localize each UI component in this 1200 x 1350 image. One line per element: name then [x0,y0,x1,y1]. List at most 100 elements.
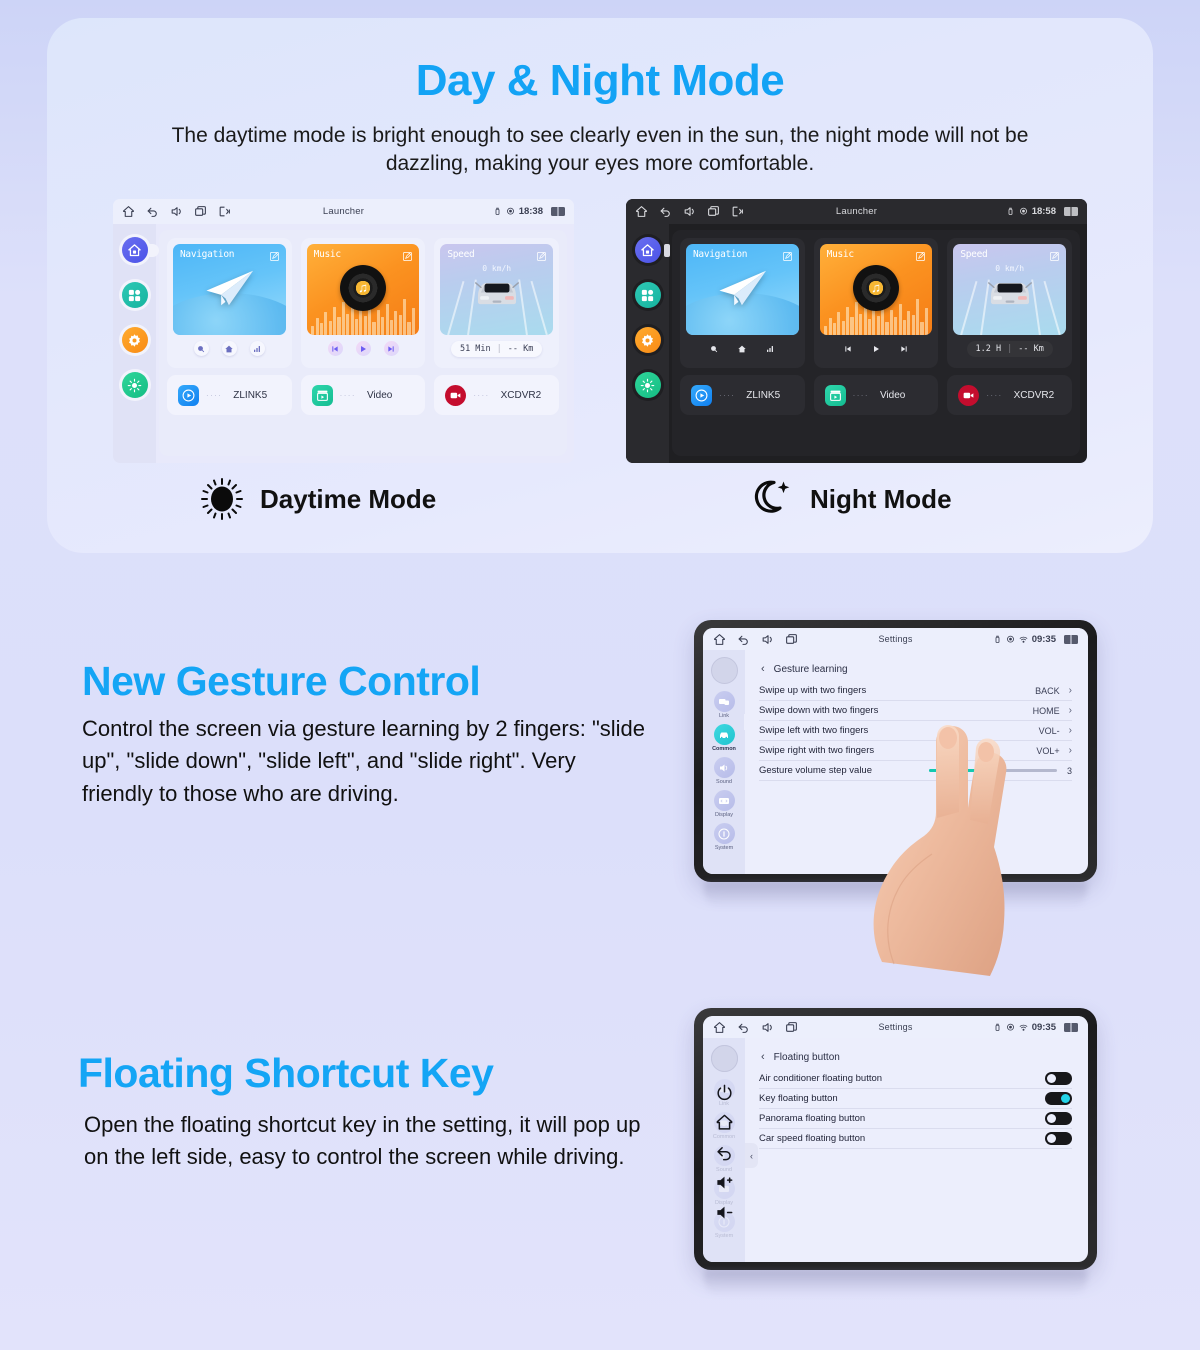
nav-home-icon[interactable] [221,341,237,356]
sidebar-item-home[interactable] [121,237,159,263]
back-icon[interactable] [715,1143,734,1162]
panel-title: Floating button [773,1051,840,1063]
power-icon[interactable] [715,1083,734,1102]
next-track-button[interactable] [897,341,912,356]
table-row[interactable]: Panorama floating button [759,1109,1072,1129]
table-row[interactable]: Air conditioner floating button [759,1069,1072,1089]
trip-info-pill: 51 Min | -- Km [450,340,543,357]
widget-navigation[interactable]: Navigation [167,238,292,368]
slider-knob[interactable] [992,767,999,774]
table-row[interactable]: Swipe right with two fingers VOL+ › [759,741,1072,761]
sidebar-item-display[interactable]: Display [713,790,735,818]
back-chevron-icon[interactable]: ‹ [761,1051,765,1063]
toggle-key-floating[interactable] [1045,1092,1072,1105]
app-shortcut-xcdvr2[interactable]: ···· XCDVR2 [434,375,560,415]
volume-up-icon[interactable] [715,1173,734,1192]
volume-icon[interactable] [170,205,183,218]
app-shortcut-zlink5[interactable]: ···· ZLINK5 [167,375,292,415]
floating-handle[interactable] [710,1045,738,1072]
home-icon[interactable] [713,1021,726,1034]
toggle-car-speed[interactable] [1045,1132,1072,1145]
back-icon[interactable] [146,205,159,218]
moon-icon [748,475,796,523]
edit-icon[interactable] [402,249,413,261]
back-chevron-icon[interactable]: ‹ [761,663,765,675]
play-button[interactable] [869,341,884,356]
volume-down-icon[interactable] [715,1203,734,1222]
day-status-bar: Launcher 18:38 [113,199,574,224]
widget-music[interactable]: Music ♫ [300,238,426,368]
nav-search-icon[interactable] [193,341,209,356]
nav-signal-icon[interactable] [249,341,265,356]
widget-navigation[interactable]: Navigation [680,238,805,368]
sidebar-active-indicator [744,714,751,730]
home-icon[interactable] [635,205,648,218]
floating-collapse-button[interactable]: ‹ [745,1143,758,1168]
home-icon[interactable] [713,633,726,646]
sidebar-item-settings[interactable] [634,327,661,353]
row-value: BACK [1035,685,1060,696]
volume-step-slider[interactable] [928,767,1057,774]
floating-title: Floating Shortcut Key [78,1050,494,1096]
table-row[interactable]: Key floating button [759,1089,1072,1109]
recent-apps-icon[interactable] [194,205,207,218]
nav-search-icon[interactable] [707,341,722,356]
edit-icon[interactable] [782,249,793,261]
sidebar-item-sound[interactable]: Sound [713,757,735,785]
home-icon[interactable] [715,1113,734,1132]
night-launcher-screen: Launcher 18:58 Navigation Music ♫ Speed … [626,199,1087,463]
screen-off-icon[interactable] [731,205,744,218]
recent-apps-icon[interactable] [785,1021,798,1034]
nav-signal-icon[interactable] [763,341,778,356]
trip-distance: -- Km [507,343,534,354]
widget-music[interactable]: Music ♫ [813,238,939,368]
app-shortcut-video[interactable]: ···· Video [813,375,939,415]
sidebar-item-settings[interactable] [121,327,148,353]
gesture-volume-step-row[interactable]: Gesture volume step value 3 [759,761,1072,781]
widget-speed[interactable]: Speed 0 km/h [434,238,560,368]
sidebar-item-apps[interactable] [634,282,661,308]
app-label: Video [879,389,906,401]
edit-icon[interactable] [915,249,926,261]
sidebar-item-brightness[interactable] [634,372,661,398]
toggle-panorama[interactable] [1045,1112,1072,1125]
volume-icon[interactable] [761,1021,774,1034]
previous-track-button[interactable] [327,341,343,356]
home-icon[interactable] [122,205,135,218]
edit-icon[interactable] [1049,249,1060,261]
back-icon[interactable] [737,633,750,646]
table-row[interactable]: Swipe up with two fingers BACK › [759,681,1072,701]
volume-icon[interactable] [683,205,696,218]
sidebar-item-link[interactable]: Link [713,691,735,719]
sidebar-item-common[interactable]: Common [712,714,751,752]
table-row[interactable]: Car speed floating button [759,1129,1072,1149]
next-track-button[interactable] [383,341,399,356]
trip-time: 51 Min [459,343,491,354]
volume-icon[interactable] [761,633,774,646]
back-icon[interactable] [659,205,672,218]
edit-icon[interactable] [536,249,547,261]
widget-navigation-label: Navigation [180,249,235,260]
widget-speed[interactable]: Speed 0 km/h [947,238,1073,368]
play-button[interactable] [355,341,371,356]
app-shortcut-zlink5[interactable]: ···· ZLINK5 [680,375,805,415]
recent-apps-icon[interactable] [707,205,720,218]
edit-icon[interactable] [269,249,280,261]
sidebar-item-home[interactable] [634,237,670,263]
app-shortcut-video[interactable]: ···· Video [300,375,426,415]
location-icon [1006,1022,1015,1033]
back-icon[interactable] [737,1021,750,1034]
sidebar-item-brightness[interactable] [121,372,148,398]
widget-music-label: Music [313,249,341,260]
floating-shortcut-overlay [703,1038,745,1262]
app-shortcut-xcdvr2[interactable]: ···· XCDVR2 [947,375,1073,415]
nav-home-icon[interactable] [735,341,750,356]
sidebar-item-system[interactable]: System [713,823,735,851]
toggle-air-conditioner[interactable] [1045,1072,1072,1085]
previous-track-button[interactable] [841,341,856,356]
screen-off-icon[interactable] [218,205,231,218]
table-row[interactable]: Swipe down with two fingers HOME › [759,701,1072,721]
sidebar-item-apps[interactable] [121,282,148,308]
recent-apps-icon[interactable] [785,633,798,646]
table-row[interactable]: Swipe left with two fingers VOL- › [759,721,1072,741]
